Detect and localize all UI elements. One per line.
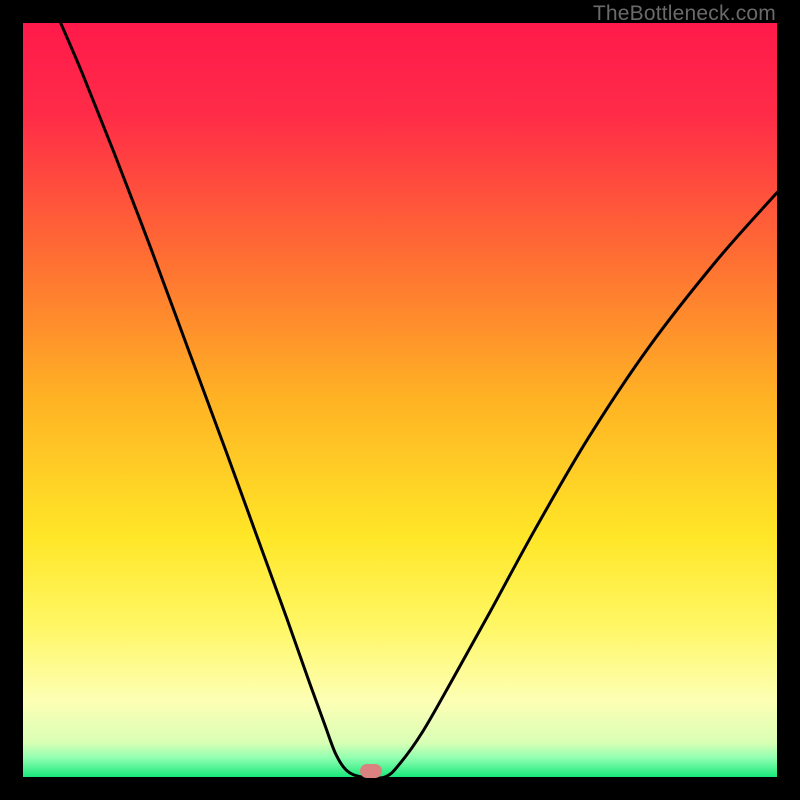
plot-frame bbox=[23, 23, 777, 777]
bottleneck-curve bbox=[23, 23, 777, 777]
watermark-text: TheBottleneck.com bbox=[593, 2, 776, 26]
optimal-point-marker bbox=[360, 764, 382, 778]
